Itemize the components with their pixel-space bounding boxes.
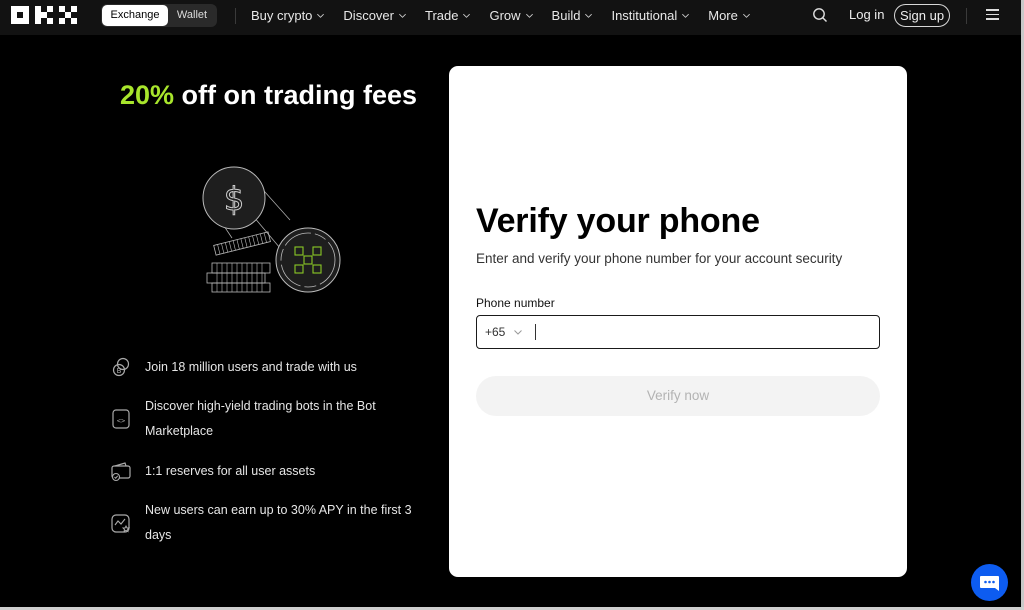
chevron-down-icon (399, 13, 406, 18)
country-code-select[interactable]: +65 (485, 325, 523, 339)
toggle-wallet[interactable]: Wallet (168, 5, 216, 26)
feature-item: <> Discover high-yield trading bots in t… (110, 394, 430, 444)
top-navigation: Exchange Wallet Buy crypto Discover Trad… (0, 0, 1021, 35)
okx-logo[interactable] (11, 6, 79, 24)
nav-divider (235, 8, 236, 24)
wallet-check-icon (111, 462, 131, 482)
menu-label: Institutional (611, 7, 678, 23)
promo-accent: 20% (120, 80, 175, 110)
coins-exchange-icon: B (112, 357, 130, 377)
menu-label: Build (551, 7, 581, 23)
promo-title-rest: off on trading fees (174, 80, 418, 110)
chat-support-button[interactable] (971, 564, 1008, 601)
feature-item: B Join 18 million users and trade with u… (110, 352, 430, 382)
verify-now-button[interactable]: Verify now (476, 376, 880, 416)
feature-text: Join 18 million users and trade with us (145, 359, 357, 374)
page-title: Verify your phone (476, 202, 760, 240)
promo-headline: 20% off on trading fees (120, 80, 417, 111)
chevron-down-icon (514, 330, 523, 335)
menu-label: Buy crypto (251, 7, 313, 23)
chevron-down-icon (317, 13, 325, 18)
menu-label: More (708, 7, 738, 23)
feature-item: 1:1 reserves for all user assets (110, 456, 430, 486)
exchange-wallet-toggle: Exchange Wallet (101, 4, 217, 27)
chevron-down-icon (463, 13, 471, 18)
menu-grow[interactable]: Grow (489, 8, 533, 23)
phone-number-label: Phone number (476, 296, 555, 310)
signup-button[interactable]: Sign up (894, 4, 950, 27)
menu-label: Grow (489, 7, 521, 23)
svg-text:<>: <> (117, 417, 125, 425)
feature-text: Discover high-yield trading bots in the … (145, 399, 376, 438)
phone-number-input[interactable] (535, 316, 879, 348)
menu-institutional[interactable]: Institutional (611, 8, 690, 23)
chevron-down-icon (525, 13, 533, 18)
toggle-exchange[interactable]: Exchange (102, 5, 168, 26)
svg-text:B: B (117, 367, 122, 375)
phone-input-group: +65 (476, 315, 880, 349)
feature-text: 1:1 reserves for all user assets (145, 463, 316, 478)
main-menu: Buy crypto Discover Trade Grow Build Ins… (251, 0, 751, 30)
text-cursor (535, 324, 536, 340)
svg-text:$: $ (224, 180, 244, 218)
menu-build[interactable]: Build (552, 8, 594, 23)
chevron-down-icon (742, 13, 750, 18)
country-code-value: +65 (485, 325, 506, 339)
chevron-down-icon (585, 13, 593, 18)
menu-discover[interactable]: Discover (343, 8, 407, 23)
menu-hamburger-icon[interactable] (986, 9, 999, 20)
menu-label: Trade (425, 7, 459, 23)
page-subtitle: Enter and verify your phone number for y… (476, 251, 843, 266)
feature-list: B Join 18 million users and trade with u… (110, 352, 430, 548)
verify-phone-card: Verify your phone Enter and verify your … (449, 66, 907, 577)
bot-code-icon: <> (112, 409, 130, 429)
menu-buy-crypto[interactable]: Buy crypto (251, 8, 325, 23)
chat-bubble-icon (980, 576, 999, 591)
feature-item: New users can earn up to 30% APY in the … (110, 498, 430, 548)
coins-illustration: $ (202, 166, 341, 293)
search-icon[interactable] (812, 7, 828, 23)
login-link[interactable]: Log in (849, 6, 884, 24)
nav-divider (966, 8, 967, 24)
menu-more[interactable]: More (708, 8, 751, 23)
chart-star-icon (111, 514, 131, 533)
feature-text: New users can earn up to 30% APY in the … (145, 503, 412, 542)
menu-trade[interactable]: Trade (425, 8, 471, 23)
menu-label: Discover (343, 7, 394, 23)
chevron-down-icon (682, 13, 690, 18)
